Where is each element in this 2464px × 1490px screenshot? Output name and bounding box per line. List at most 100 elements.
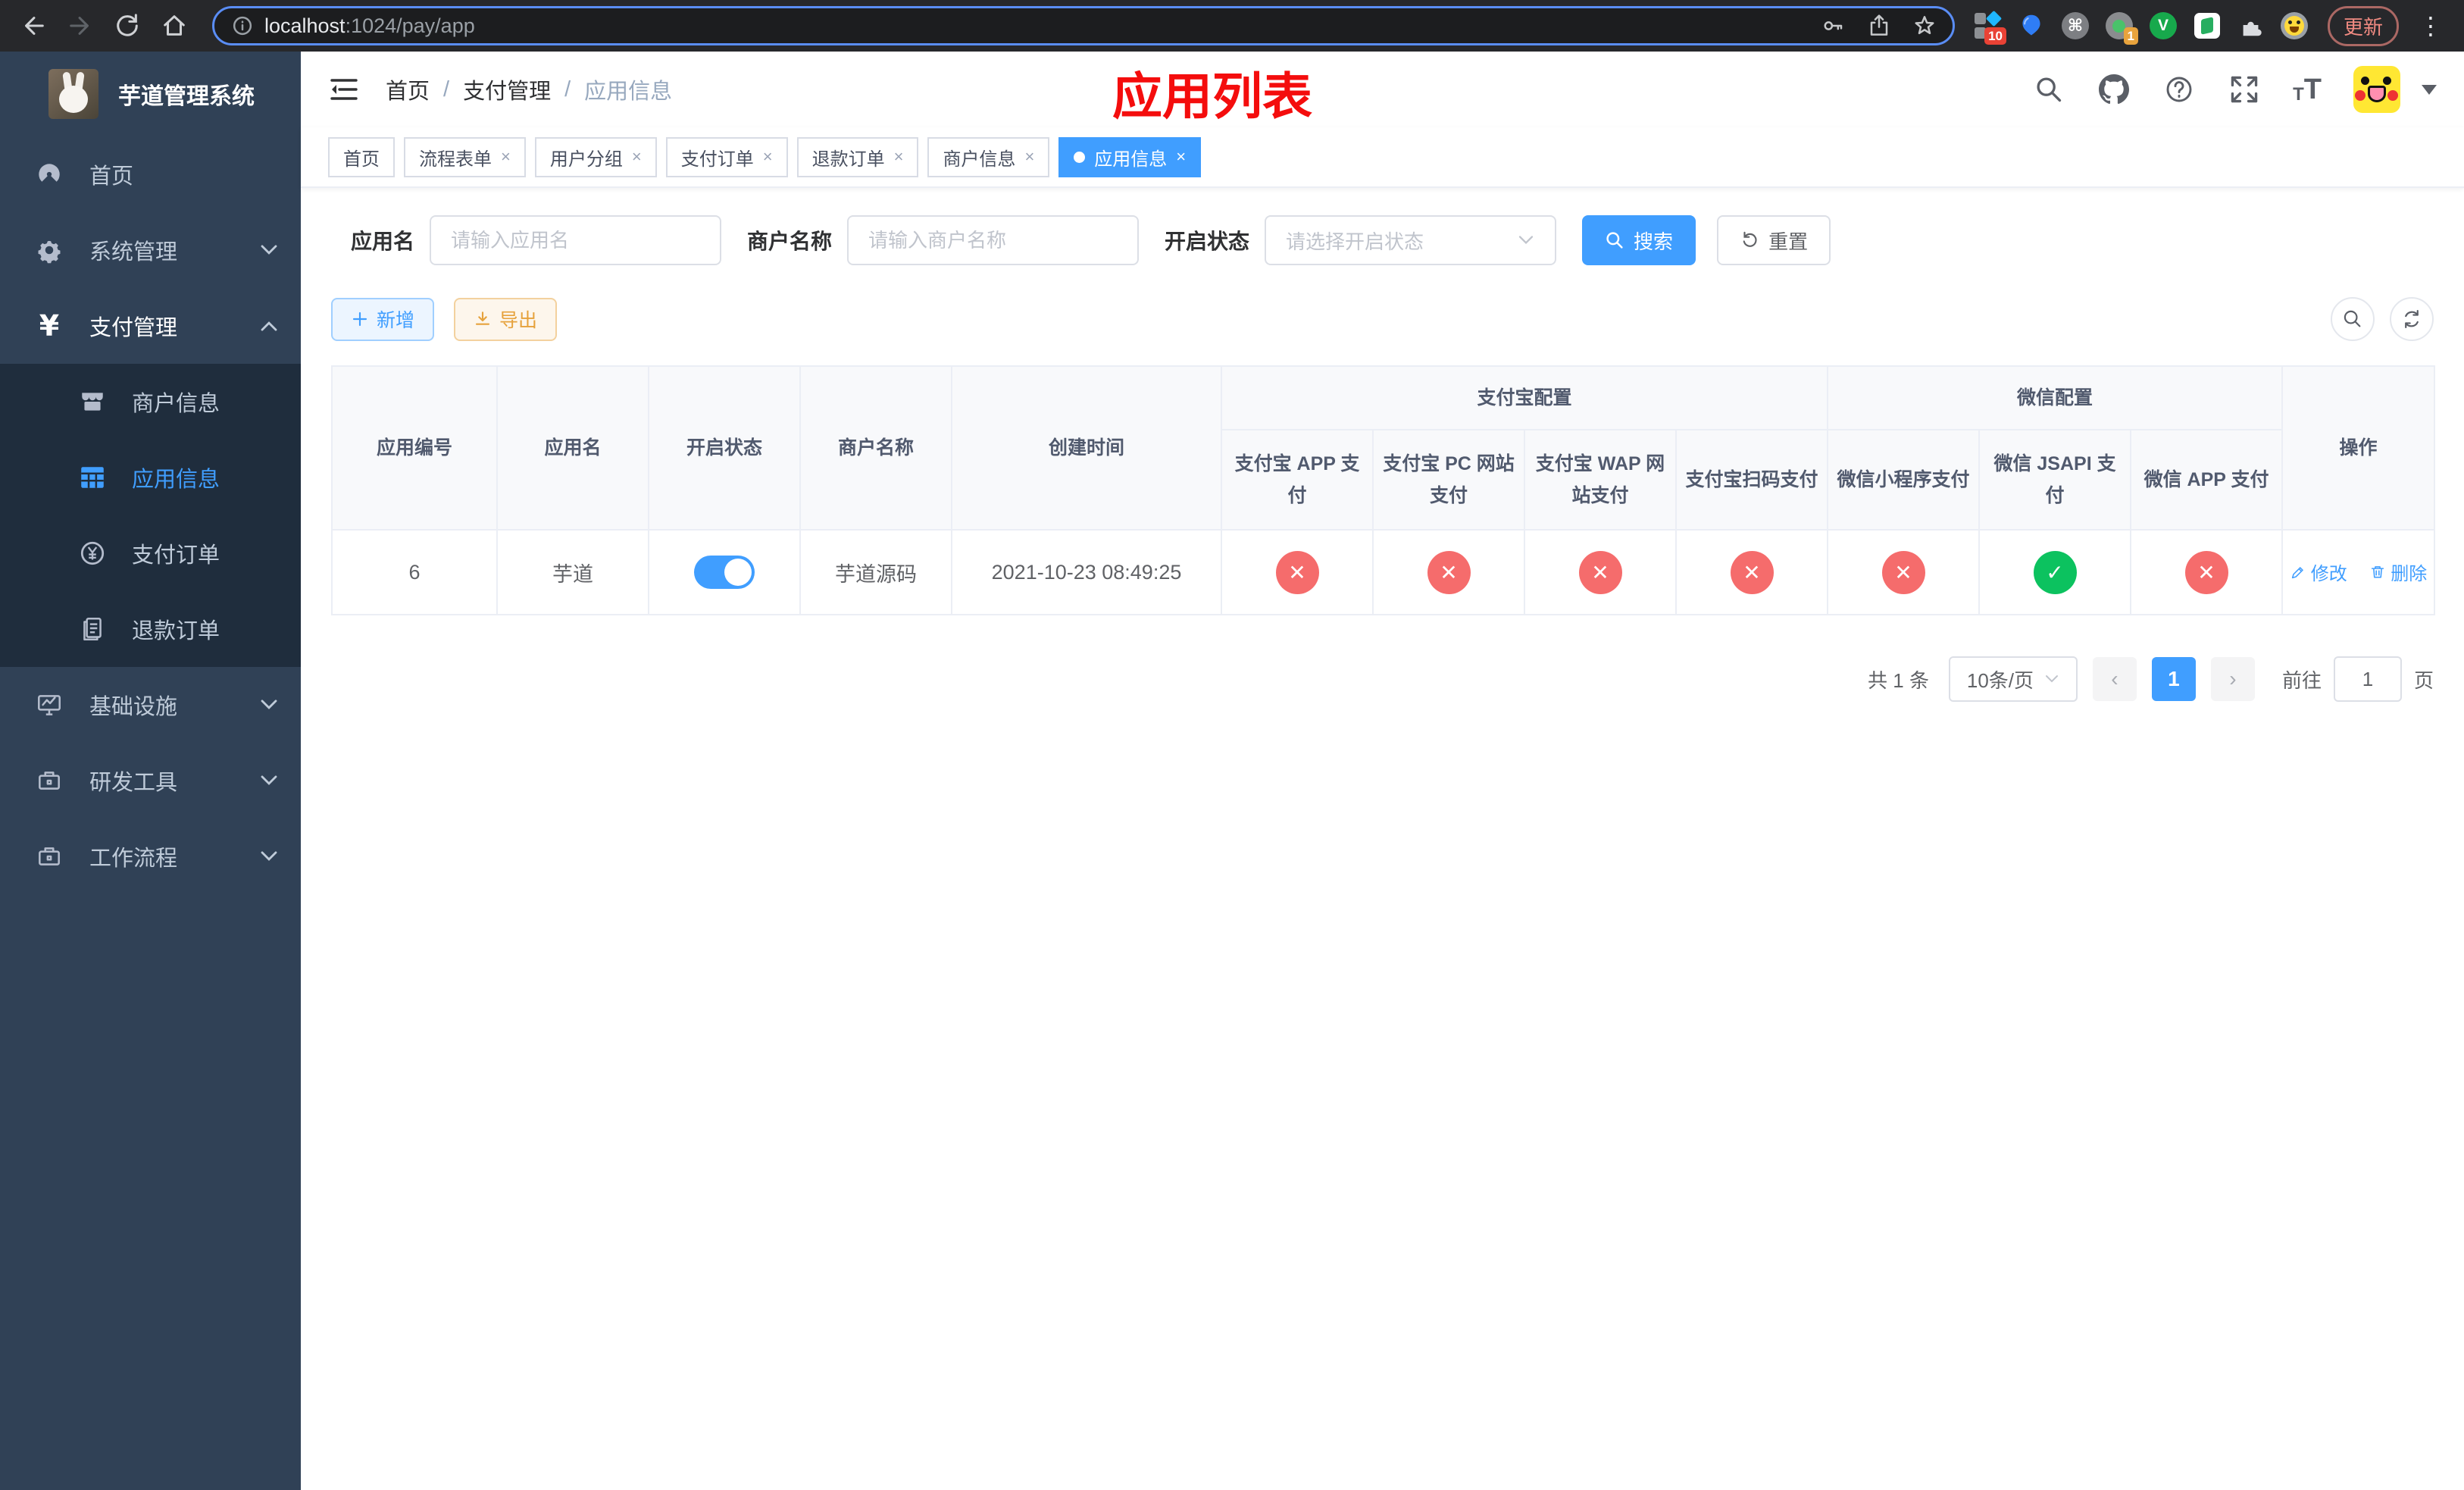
col-app-id: 应用编号 (331, 365, 498, 531)
sidebar-collapse-icon[interactable] (328, 74, 360, 105)
chevron-down-icon (1518, 236, 1534, 245)
pagination: 共 1 条 10条/页 ‹ 1 › 前往 页 (331, 656, 2434, 702)
tab-app-info[interactable]: 应用信息 × (1058, 136, 1202, 177)
sidebar-item-system[interactable]: 系统管理 (0, 212, 301, 288)
extension-command-icon[interactable]: ⌘ (2061, 11, 2090, 40)
app-name-input[interactable] (430, 215, 722, 265)
col-wx-app: 微信 APP 支付 (2130, 429, 2284, 531)
bookmark-star-icon[interactable] (1913, 14, 1936, 37)
close-icon[interactable]: × (1024, 149, 1034, 165)
browser-reload-button[interactable] (108, 6, 147, 45)
close-icon[interactable]: × (501, 149, 511, 165)
help-icon[interactable] (2162, 73, 2196, 106)
browser-forward-button[interactable] (61, 6, 100, 45)
gear-icon (32, 236, 67, 265)
tab-home[interactable]: 首页 (328, 136, 395, 177)
tab-process-form[interactable]: 流程表单 × (404, 136, 526, 177)
cell-create-time: 2021-10-23 08:49:25 (951, 529, 1222, 615)
toggle-search-button[interactable] (2331, 297, 2375, 341)
page-size-select[interactable]: 10条/页 (1948, 656, 2078, 702)
close-icon[interactable]: × (632, 149, 642, 165)
browser-home-button[interactable] (155, 6, 194, 45)
close-icon[interactable]: × (894, 149, 904, 165)
cell-app-id: 6 (331, 529, 498, 615)
prev-page-button[interactable]: ‹ (2092, 657, 2137, 701)
status-fail-icon: ✕ (1881, 550, 1925, 594)
sidebar-item-devtools[interactable]: 研发工具 (0, 743, 301, 819)
status-fail-icon: ✕ (1730, 550, 1774, 594)
reset-button[interactable]: 重置 (1717, 215, 1831, 265)
extension-sider-icon[interactable]: 10 (1973, 10, 2006, 45)
sidebar-item-infra[interactable]: 基础设施 (0, 667, 301, 743)
refresh-icon (2405, 310, 2419, 328)
sidebar-item-refund-order[interactable]: 退款订单 (0, 591, 301, 667)
font-size-icon[interactable]: TT (2293, 75, 2322, 104)
yen-circle-icon (76, 539, 109, 568)
add-button[interactable]: 新增 (331, 297, 435, 341)
sidebar-item-pay-order[interactable]: 支付订单 (0, 515, 301, 591)
user-avatar[interactable] (2353, 66, 2400, 113)
address-bar[interactable]: localhost:1024/pay/app (212, 6, 1955, 45)
breadcrumb-pay[interactable]: 支付管理 (463, 74, 551, 105)
extension-v-icon[interactable]: V (2149, 11, 2178, 40)
sidebar-item-merchant-info[interactable]: 商户信息 (0, 364, 301, 440)
tab-pay-order[interactable]: 支付订单 × (665, 136, 788, 177)
col-status: 开启状态 (648, 365, 801, 531)
status-fail-icon: ✕ (1427, 550, 1471, 594)
github-icon[interactable] (2097, 73, 2131, 106)
tab-refund-order[interactable]: 退款订单 × (796, 136, 919, 177)
share-icon[interactable] (1868, 14, 1890, 37)
extension-balloon-icon[interactable] (2017, 11, 2046, 40)
cell-alipay-app: ✕ (1221, 529, 1374, 615)
sidebar-item-workflow[interactable]: 工作流程 (0, 819, 301, 894)
browser-back-button[interactable] (14, 6, 53, 45)
sidebar-item-app-info[interactable]: 应用信息 (0, 440, 301, 515)
search-icon[interactable] (2032, 73, 2065, 106)
tab-user-group[interactable]: 用户分组 × (534, 136, 657, 177)
avatar-dropdown-caret[interactable] (2422, 84, 2437, 95)
profile-avatar-icon[interactable] (2280, 12, 2308, 39)
browser-menu-icon[interactable]: ⋮ (2414, 14, 2447, 38)
briefcase-icon (32, 766, 67, 795)
delete-link[interactable]: 删除 (2369, 559, 2427, 585)
close-icon[interactable]: × (763, 149, 773, 165)
chrome-update-button[interactable]: 更新 (2327, 5, 2399, 46)
status-toggle[interactable] (694, 556, 755, 589)
sidebar-logo[interactable]: 芋道管理系统 (0, 52, 301, 136)
cell-alipay-wap: ✕ (1524, 529, 1677, 615)
fullscreen-icon[interactable] (2228, 73, 2261, 106)
merchant-name-input[interactable] (847, 215, 1140, 265)
table-toolbar: 新增 导出 (331, 297, 2434, 341)
refresh-table-button[interactable] (2390, 297, 2434, 341)
col-create-time: 创建时间 (951, 365, 1222, 531)
cell-merchant: 芋道源码 (799, 529, 952, 615)
sidebar-item-home[interactable]: 首页 (0, 136, 301, 212)
page-unit-label: 页 (2413, 668, 2434, 692)
edit-link[interactable]: 修改 (2290, 559, 2347, 585)
shop-icon (76, 387, 109, 416)
extension-recorder-icon[interactable]: 1 (2105, 11, 2138, 45)
extension-doc-icon[interactable] (2193, 11, 2222, 40)
close-icon[interactable]: × (1176, 149, 1186, 165)
col-alipay-wap: 支付宝 WAP 网站支付 (1524, 429, 1677, 531)
app-title: 芋道管理系统 (118, 84, 255, 109)
active-dot (1074, 151, 1086, 163)
export-button[interactable]: 导出 (454, 297, 558, 341)
search-button[interactable]: 搜索 (1582, 215, 1696, 265)
extensions-puzzle-icon[interactable] (2237, 11, 2265, 40)
plus-icon (352, 311, 367, 327)
goto-page-input[interactable] (2333, 656, 2402, 702)
next-page-button[interactable]: › (2210, 657, 2255, 701)
password-key-icon[interactable] (1822, 14, 1845, 37)
page-title: 应用列表 (1112, 68, 1312, 124)
breadcrumb-home[interactable]: 首页 (386, 74, 430, 105)
sidebar-menu: 首页 系统管理 ¥ 支付管理 商户信息 应用信息 支付订单 退款订单 基础设施 … (0, 136, 301, 1490)
navbar-actions: TT (2032, 66, 2437, 113)
page-number-1[interactable]: 1 (2151, 657, 2196, 701)
tab-merchant-info[interactable]: 商户信息 × (927, 136, 1050, 177)
trash-icon (2372, 565, 2384, 578)
status-select[interactable]: 请选择开启状态 (1265, 215, 1557, 265)
sidebar-item-pay[interactable]: ¥ 支付管理 (0, 288, 301, 364)
extension-badge: 10 (1984, 27, 2006, 45)
site-info-icon[interactable] (231, 14, 254, 37)
